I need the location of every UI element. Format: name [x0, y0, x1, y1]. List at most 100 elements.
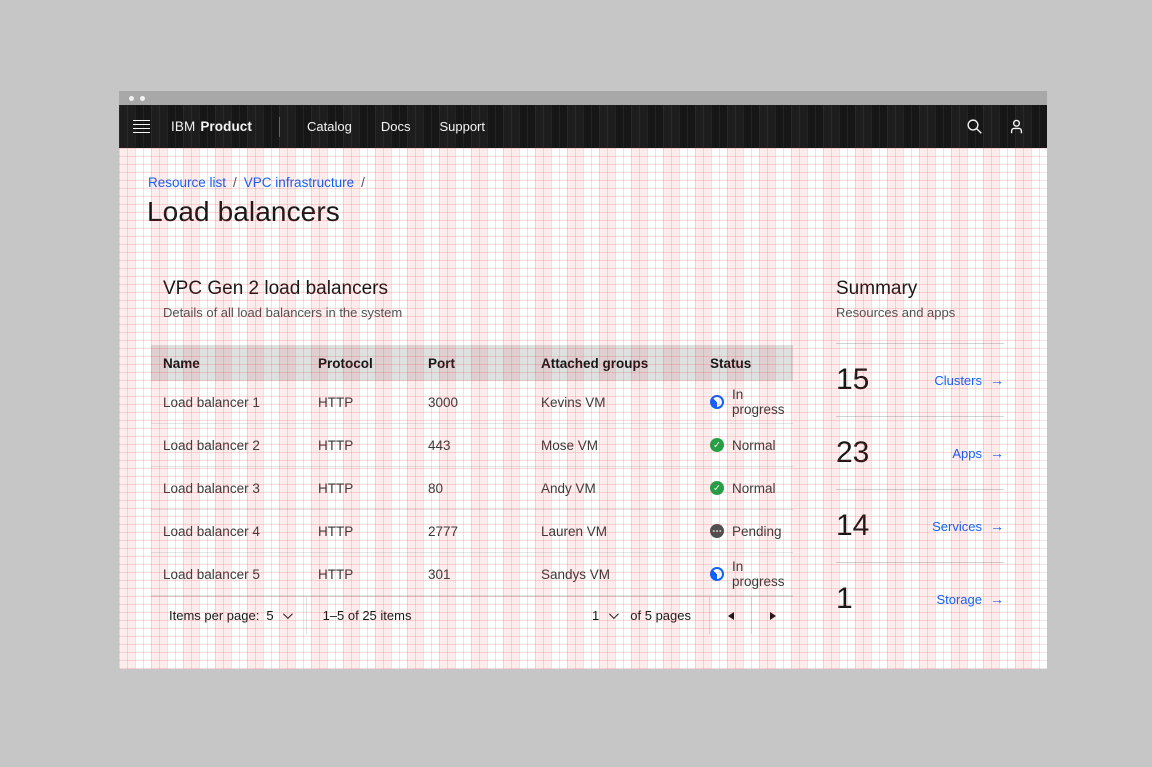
- cell-status: Normal: [698, 438, 793, 453]
- header-actions: [953, 105, 1037, 148]
- summary-item-clusters: 15 Clusters →: [836, 343, 1004, 416]
- pagination-controls: 1 of 5 pages: [592, 597, 793, 634]
- cell-name: Load balancer 5: [151, 567, 306, 582]
- brand-prefix: IBM: [171, 119, 195, 134]
- pagination-range-text: 1–5 of 25 items: [307, 608, 412, 623]
- cell-port: 443: [416, 438, 529, 453]
- caret-left-icon: [728, 612, 734, 620]
- table-row: Load balancer 3 HTTP 80 Andy VM Normal: [151, 467, 793, 510]
- next-page-button[interactable]: [751, 597, 793, 634]
- status-pending-icon: [710, 524, 724, 538]
- summary-link-label: Apps: [952, 446, 982, 461]
- cell-protocol: HTTP: [306, 395, 416, 410]
- summary-link-storage[interactable]: Storage →: [936, 591, 1004, 607]
- caret-right-icon: [770, 612, 776, 620]
- summary-count: 14: [836, 509, 869, 543]
- arrow-right-icon: →: [990, 518, 1004, 534]
- product-header: IBM Product Catalog Docs Support: [119, 105, 1047, 148]
- chevron-down-icon[interactable]: [609, 609, 619, 619]
- nav-item-docs[interactable]: Docs: [381, 119, 411, 134]
- summary-link-label: Storage: [936, 592, 982, 607]
- cell-protocol: HTTP: [306, 438, 416, 453]
- summary-panel: Summary Resources and apps 15 Clusters →…: [836, 278, 1004, 635]
- menu-icon[interactable]: [133, 116, 150, 138]
- cell-port: 301: [416, 567, 529, 582]
- arrow-right-icon: →: [990, 591, 1004, 607]
- cell-name: Load balancer 3: [151, 481, 306, 496]
- summary-count: 1: [836, 582, 853, 616]
- table-subtitle: Details of all load balancers in the sys…: [151, 305, 793, 320]
- summary-count: 23: [836, 436, 869, 470]
- cell-attached-groups: Lauren VM: [529, 524, 698, 539]
- cell-attached-groups: Andy VM: [529, 481, 698, 496]
- header-divider: [279, 117, 280, 137]
- header-nav: Catalog Docs Support: [307, 119, 485, 134]
- summary-item-services: 14 Services →: [836, 489, 1004, 562]
- window-dot[interactable]: [129, 96, 134, 101]
- nav-item-catalog[interactable]: Catalog: [307, 119, 352, 134]
- cell-port: 80: [416, 481, 529, 496]
- chevron-down-icon[interactable]: [283, 609, 293, 619]
- cell-attached-groups: Kevins VM: [529, 395, 698, 410]
- search-icon[interactable]: [953, 105, 995, 148]
- cell-protocol: HTTP: [306, 567, 416, 582]
- cell-name: Load balancer 4: [151, 524, 306, 539]
- page-content: Resource list / VPC infrastructure / Loa…: [119, 148, 1047, 669]
- status-label: Normal: [732, 438, 776, 453]
- status-in-progress-icon: [710, 395, 724, 409]
- cell-status: In progress: [698, 387, 793, 417]
- items-per-page-select[interactable]: Items per page: 5: [151, 597, 290, 634]
- status-normal-icon: [710, 438, 724, 452]
- cell-attached-groups: Sandys VM: [529, 567, 698, 582]
- breadcrumb-separator: /: [233, 175, 237, 190]
- column-header-status: Status: [698, 356, 793, 371]
- summary-link-label: Clusters: [934, 373, 982, 388]
- summary-link-apps[interactable]: Apps →: [952, 445, 1004, 461]
- browser-window: IBM Product Catalog Docs Support: [119, 91, 1047, 669]
- cell-port: 3000: [416, 395, 529, 410]
- previous-page-button[interactable]: [709, 597, 751, 634]
- summary-item-apps: 23 Apps →: [836, 416, 1004, 489]
- window-titlebar: [119, 91, 1047, 105]
- summary-link-label: Services: [932, 519, 982, 534]
- table-row: Load balancer 4 HTTP 2777 Lauren VM Pend…: [151, 510, 793, 553]
- summary-count: 15: [836, 363, 869, 397]
- breadcrumb-link-resource-list[interactable]: Resource list: [148, 175, 226, 190]
- status-label: Normal: [732, 481, 776, 496]
- user-avatar-icon[interactable]: [995, 105, 1037, 148]
- column-header-port: Port: [416, 356, 529, 371]
- status-normal-icon: [710, 481, 724, 495]
- breadcrumb-separator: /: [361, 175, 365, 190]
- breadcrumb: Resource list / VPC infrastructure /: [148, 175, 365, 190]
- table-title: VPC Gen 2 load balancers: [151, 278, 793, 300]
- summary-title: Summary: [836, 278, 1004, 300]
- table-header-row: Name Protocol Port Attached groups Statu…: [151, 345, 793, 381]
- cell-status: Normal: [698, 481, 793, 496]
- window-dot[interactable]: [140, 96, 145, 101]
- cell-name: Load balancer 2: [151, 438, 306, 453]
- cell-protocol: HTTP: [306, 524, 416, 539]
- cell-attached-groups: Mose VM: [529, 438, 698, 453]
- column-header-name: Name: [151, 356, 306, 371]
- status-label: Pending: [732, 524, 782, 539]
- summary-subtitle: Resources and apps: [836, 305, 1004, 320]
- summary-link-services[interactable]: Services →: [932, 518, 1004, 534]
- cell-port: 2777: [416, 524, 529, 539]
- load-balancers-table-section: VPC Gen 2 load balancers Details of all …: [151, 278, 793, 634]
- summary-link-clusters[interactable]: Clusters →: [934, 372, 1004, 388]
- status-in-progress-icon: [710, 567, 724, 581]
- brand-name: Product: [200, 119, 252, 134]
- column-header-attached-groups: Attached groups: [529, 356, 698, 371]
- table-row: Load balancer 5 HTTP 301 Sandys VM In pr…: [151, 553, 793, 596]
- cell-status: In progress: [698, 559, 793, 589]
- pages-count-text: of 5 pages: [630, 608, 691, 623]
- items-per-page-label: Items per page:: [169, 608, 259, 623]
- table-row: Load balancer 1 HTTP 3000 Kevins VM In p…: [151, 381, 793, 424]
- table-row: Load balancer 2 HTTP 443 Mose VM Normal: [151, 424, 793, 467]
- nav-item-support[interactable]: Support: [439, 119, 485, 134]
- items-per-page-value: 5: [266, 608, 273, 623]
- brand-logo[interactable]: IBM Product: [171, 119, 252, 134]
- page-number-select[interactable]: 1: [592, 608, 630, 623]
- breadcrumb-link-vpc-infrastructure[interactable]: VPC infrastructure: [244, 175, 354, 190]
- summary-list: 15 Clusters → 23 Apps → 14 Se: [836, 343, 1004, 635]
